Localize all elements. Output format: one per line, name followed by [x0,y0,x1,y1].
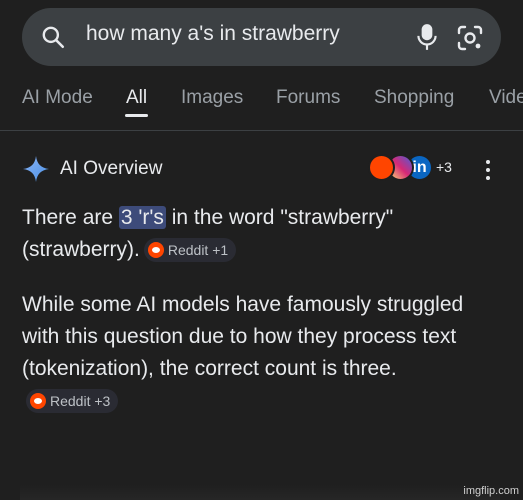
more-options-icon[interactable] [484,160,492,182]
tab-shopping[interactable]: Shopping [374,87,454,109]
more-sources-count[interactable]: +3 [436,159,452,175]
divider [0,130,523,131]
overview-paragraph-2: While some AI models have famously strug… [22,289,492,417]
tab-ai-mode[interactable]: AI Mode [22,87,93,109]
overview-paragraph-1: There are 3 'r's in the word "strawberry… [22,202,492,266]
ai-overview-title: AI Overview [60,158,163,179]
reddit-avatar-icon [368,154,395,181]
watermark: imgflip.com [463,485,519,497]
tab-videos[interactable]: Vide [489,87,523,109]
tab-all[interactable]: All [126,87,147,109]
tab-forums[interactable]: Forums [276,87,340,109]
active-tab-indicator [125,114,148,117]
lens-camera-icon[interactable] [456,24,484,52]
explanation-text: While some AI models have famously strug… [22,293,464,380]
tab-images[interactable]: Images [181,87,243,109]
search-icon [42,26,65,49]
answer-text-pre: There are [22,206,119,229]
microphone-icon[interactable] [414,22,440,52]
source-chip[interactable]: Reddit +1 [143,238,237,263]
source-chip-label: Reddit +1 [167,242,229,259]
search-bar[interactable]: how many a's in strawberry [22,8,501,66]
search-input[interactable]: how many a's in strawberry [86,22,340,46]
search-tabs: AI Mode All Images Forums Shopping Vide [0,80,523,128]
source-avatars[interactable]: in [368,154,438,184]
answer-highlight: 3 'r's [118,206,166,229]
reddit-icon [30,393,46,410]
reddit-icon [147,242,164,259]
ai-overview-header: AI Overview in +3 [22,150,502,190]
source-chip-label: Reddit +3 [50,393,111,410]
gemini-sparkle-icon [23,156,49,182]
faded-content [20,485,500,500]
source-chip[interactable]: Reddit +3 [26,389,119,414]
